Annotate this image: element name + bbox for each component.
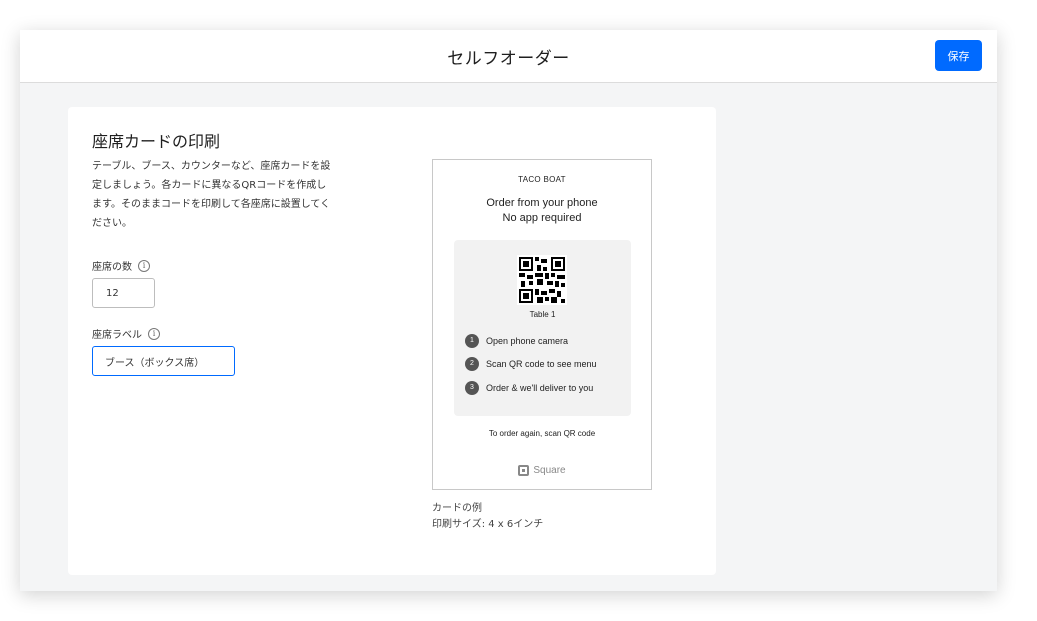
card-preview: TACO BOAT Order from your phone No app r… (432, 159, 652, 490)
preview-caption: カードの例 (432, 503, 482, 514)
preview-brand: TACO BOAT (518, 175, 566, 184)
step-text: Order & we'll deliver to you (486, 383, 594, 393)
logo-text: Square (533, 465, 566, 476)
seat-label-label-text: 座席ラベル (92, 330, 142, 341)
preview-step-1: 1 Open phone camera (465, 334, 568, 348)
info-icon[interactable]: i (148, 327, 160, 340)
seat-label-input[interactable] (92, 346, 235, 376)
square-logo-icon (518, 465, 530, 476)
preview-step-3: 3 Order & we'll deliver to you (465, 381, 593, 395)
seat-count-label: 座席の数 i (92, 258, 150, 273)
qr-code-icon (517, 255, 567, 305)
step-text: Scan QR code to see menu (486, 359, 597, 369)
seat-count-label-text: 座席の数 (92, 262, 132, 273)
app-window: セルフオーダー 保存 座席カードの印刷 テーブル、ブース、カウンターなど、座席カ… (20, 30, 997, 591)
preview-headline-line1: Order from your phone (486, 197, 598, 209)
step-text: Open phone camera (486, 336, 569, 346)
preview-logo: Square (433, 465, 651, 476)
step-number: 2 (465, 357, 479, 371)
preview-qr-panel: Table 1 1 Open phone camera 2 Scan QR co… (454, 240, 631, 416)
preview-headline: Order from your phone No app required (433, 196, 651, 226)
preview-footer: To order again, scan QR code (488, 429, 596, 438)
preview-table-label: Table 1 (529, 310, 556, 319)
section-description: テーブル、ブース、カウンターなど、座席カードを設定しましょう。各カードに異なるQ… (92, 161, 331, 229)
save-button[interactable]: 保存 (935, 40, 982, 71)
preview-print-size: 印刷サイズ: 4 x 6インチ (432, 519, 544, 530)
preview-headline-line2: No app required (502, 212, 582, 224)
top-bar: セルフオーダー 保存 (20, 30, 997, 83)
seat-card-panel: 座席カードの印刷 テーブル、ブース、カウンターなど、座席カードを設定しましょう。… (68, 107, 716, 575)
info-icon[interactable]: i (138, 259, 150, 272)
seat-count-input[interactable] (92, 278, 155, 308)
preview-step-2: 2 Scan QR code to see menu (465, 357, 597, 371)
page-title: セルフオーダー (447, 49, 570, 69)
step-number: 1 (465, 334, 479, 348)
seat-label-label: 座席ラベル i (92, 326, 160, 341)
step-number: 3 (465, 381, 479, 395)
section-title: 座席カードの印刷 (92, 132, 221, 151)
